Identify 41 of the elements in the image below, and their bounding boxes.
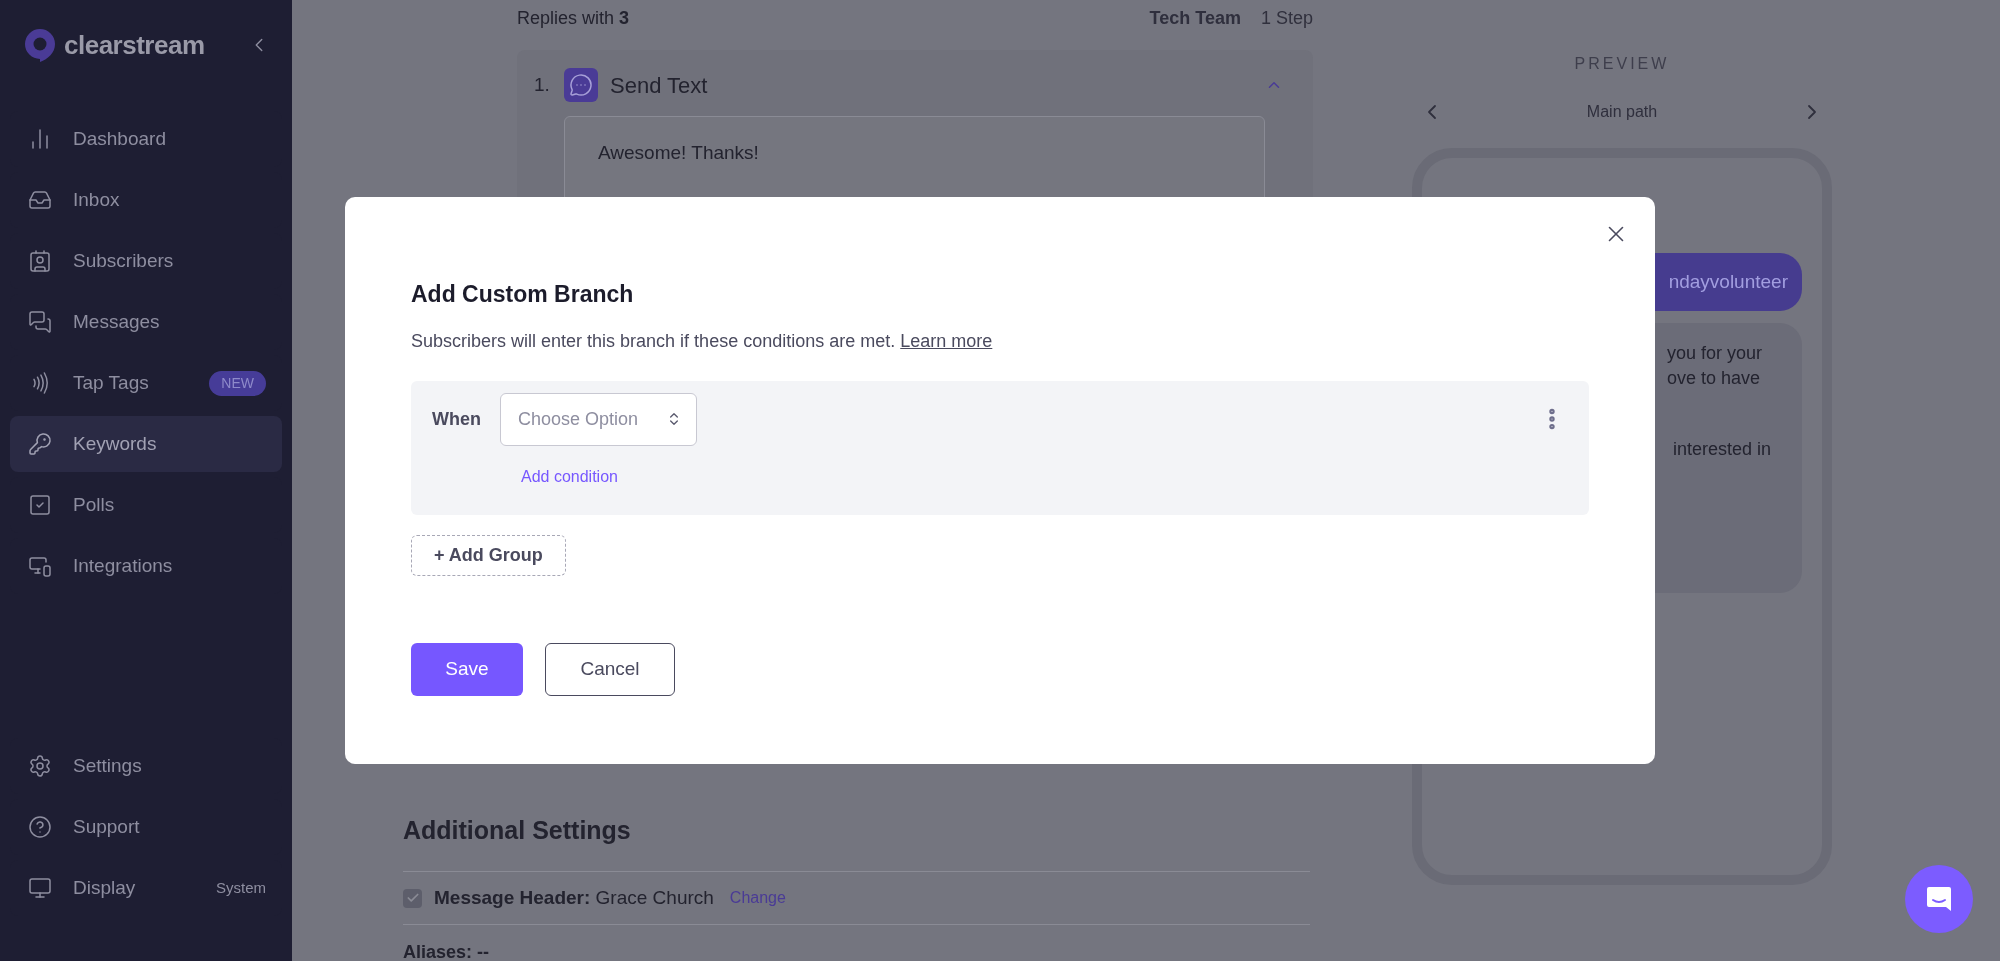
- when-label: When: [432, 407, 482, 431]
- sidebar-item[interactable]: Keywords: [10, 416, 282, 472]
- replies-count: Replies with 3: [517, 6, 631, 30]
- aliases-setting: Aliases: --: [403, 942, 490, 961]
- settings-icon: [28, 754, 52, 778]
- step-title: Send Text: [610, 71, 709, 100]
- add-group-button[interactable]: + Add Group: [411, 534, 566, 576]
- chat-icon: [1924, 884, 1954, 914]
- new-badge: NEW: [209, 370, 266, 396]
- key-icon: [28, 432, 52, 456]
- checkbox[interactable]: [403, 888, 422, 908]
- save-button[interactable]: Save: [411, 642, 523, 696]
- learn-more-link[interactable]: Learn more: [900, 330, 993, 351]
- message-text: Awesome! Thanks!: [598, 142, 759, 163]
- checkbox-icon: [28, 493, 52, 517]
- step-count: 1 Step: [1260, 6, 1313, 30]
- logo-icon: [24, 28, 56, 62]
- display-mode-value: System: [216, 877, 266, 898]
- message-text: you for your: [1667, 342, 1764, 365]
- step-number: 1.: [534, 72, 551, 97]
- message-header-setting: Message Header: Grace Church: [434, 885, 714, 910]
- monitor-icon: [28, 876, 52, 900]
- add-condition-link[interactable]: Add condition: [521, 464, 618, 489]
- chat-bubbles-icon: [28, 310, 52, 334]
- contact-card-icon: [28, 249, 52, 273]
- message-text: ove to have: [1667, 367, 1762, 390]
- brand-name: clearstream: [64, 28, 206, 62]
- section-title: Additional Settings: [403, 815, 632, 846]
- help-icon: [28, 815, 52, 839]
- step-type-icon: [564, 68, 598, 102]
- message-text: interested in: [1673, 438, 1773, 461]
- path-name: Main path: [1586, 102, 1658, 122]
- preview-title: PREVIEW: [1574, 54, 1670, 74]
- dialog-title: Add Custom Branch: [411, 280, 635, 309]
- team-name: Tech Team: [1149, 6, 1241, 30]
- cancel-button[interactable]: Cancel: [545, 642, 675, 696]
- check-icon: [405, 891, 420, 905]
- inbox-icon: [28, 188, 52, 212]
- dialog-description: Subscribers will enter this branch if these conditions are met. Learn more: [411, 329, 994, 353]
- devices-icon: [28, 554, 52, 578]
- option-select[interactable]: Choose Option: [500, 392, 697, 446]
